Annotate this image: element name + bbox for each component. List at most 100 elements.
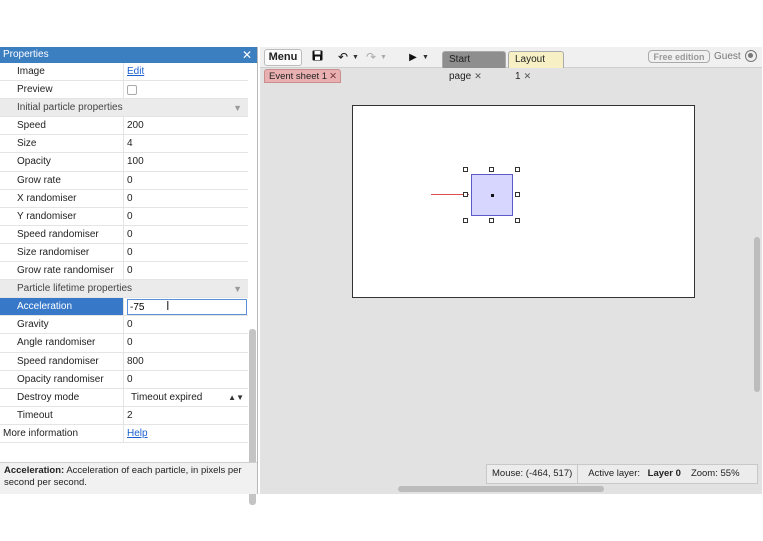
property-value[interactable]: 0 — [124, 208, 248, 225]
property-value[interactable]: 200 — [124, 117, 248, 134]
property-row[interactable]: Angle randomiser 0 — [0, 334, 248, 353]
property-label: Size — [0, 135, 124, 153]
property-row[interactable]: Size randomiser 0 — [0, 243, 248, 263]
horizontal-scrollbar[interactable] — [398, 486, 604, 492]
property-row[interactable]: X randomiser 0 — [0, 189, 248, 208]
property-value[interactable]: 0 — [124, 244, 248, 261]
destroy-mode-select[interactable]: Timeout expired ▲▼ — [124, 389, 248, 406]
zoom-level: Zoom: 55% — [690, 468, 740, 479]
property-value[interactable]: 0 — [124, 172, 248, 189]
help-link[interactable]: Help — [127, 428, 148, 439]
properties-titlebar: Properties ✕ — [0, 47, 257, 63]
property-row[interactable]: Y randomiser 0 — [0, 207, 248, 226]
user-icon[interactable] — [745, 50, 757, 62]
undo-icon[interactable]: ↶ — [336, 49, 350, 66]
section-title: Particle lifetime properties — [17, 283, 133, 295]
close-icon[interactable]: ✕ — [242, 47, 252, 63]
property-label: Opacity randomiser — [0, 370, 124, 388]
property-label: Destroy mode — [0, 388, 124, 406]
description-title: Acceleration: — [4, 465, 65, 476]
property-row[interactable]: Opacity randomiser 0 — [0, 370, 248, 389]
resize-handle[interactable] — [515, 192, 520, 197]
redo-dropdown-icon[interactable]: ▼ — [380, 49, 387, 66]
property-row[interactable]: Grow rate 0 — [0, 171, 248, 190]
property-value[interactable]: 0 — [124, 226, 248, 243]
resize-handle[interactable] — [463, 192, 468, 197]
property-value[interactable]: 0 — [124, 316, 248, 333]
property-row-timeout[interactable]: Timeout 2 — [0, 406, 248, 425]
play-icon[interactable]: ▶ — [406, 49, 420, 66]
close-tab-icon[interactable]: ✕ — [329, 71, 337, 82]
tab-layout-1[interactable]: Layout 1 ✕ — [508, 51, 564, 82]
property-row-image: Image Edit — [0, 63, 248, 82]
property-label: X randomiser — [0, 189, 124, 207]
resize-handle[interactable] — [463, 218, 468, 223]
collapse-triangle-icon[interactable]: ▼ — [233, 280, 242, 298]
edit-image-link[interactable]: Edit — [127, 66, 144, 77]
layout-canvas[interactable] — [352, 105, 695, 298]
collapse-triangle-icon[interactable]: ▼ — [233, 99, 242, 117]
property-value[interactable]: 0 — [124, 262, 248, 279]
edition-badge[interactable]: Free edition — [648, 50, 710, 63]
property-description: Acceleration: Acceleration of each parti… — [0, 462, 257, 494]
tab-start-page[interactable]: Start page ✕ — [442, 51, 506, 82]
close-tab-icon[interactable]: ✕ — [524, 71, 532, 81]
property-label: Opacity — [0, 153, 124, 171]
section-particle-lifetime-properties[interactable]: Particle lifetime properties ▼ — [0, 280, 248, 299]
redo-icon[interactable]: ↷ — [364, 49, 378, 66]
select-arrows-icon: ▲▼ — [228, 392, 244, 402]
property-label: Grow rate randomiser — [0, 262, 124, 280]
destroy-mode-value: Timeout expired — [131, 391, 203, 403]
resize-handle[interactable] — [515, 167, 520, 172]
property-row-more-information: More information Help — [0, 424, 248, 443]
menu-button[interactable]: Menu — [264, 49, 302, 66]
property-row[interactable]: Speed randomiser 0 — [0, 225, 248, 244]
user-label[interactable]: Guest — [714, 50, 741, 63]
acceleration-input[interactable] — [127, 299, 247, 316]
properties-title: Properties — [3, 49, 49, 60]
property-label: Preview — [0, 81, 124, 99]
property-value[interactable]: 2 — [124, 407, 248, 424]
property-row[interactable]: Gravity 0 — [0, 316, 248, 335]
property-label: Angle randomiser — [0, 334, 124, 352]
undo-dropdown-icon[interactable]: ▼ — [352, 49, 359, 66]
main-toolbar: Menu ↶ ▼ ↷ ▼ ▶ ▼ Start page ✕ Layout 1 ✕ F… — [260, 47, 762, 82]
property-label: More information — [0, 424, 124, 442]
property-label: Y randomiser — [0, 207, 124, 225]
property-value[interactable]: 100 — [124, 153, 248, 170]
properties-panel: Properties ✕ Image Edit Preview Initial … — [0, 47, 258, 505]
floppy-icon[interactable] — [310, 49, 324, 66]
resize-handle[interactable] — [489, 218, 494, 223]
property-value[interactable]: 800 — [124, 353, 248, 370]
property-row[interactable]: Speed randomiser 800 — [0, 352, 248, 371]
property-row-acceleration[interactable]: Acceleration — [0, 298, 248, 317]
preview-checkbox[interactable] — [127, 85, 137, 96]
section-initial-particle-properties[interactable]: Initial particle properties ▼ — [0, 99, 248, 118]
property-row[interactable]: Opacity 100 — [0, 153, 248, 172]
origin-point — [491, 194, 494, 197]
layout-editor: Menu ↶ ▼ ↷ ▼ ▶ ▼ Start page ✕ Layout 1 ✕ F… — [260, 47, 762, 494]
close-tab-icon[interactable]: ✕ — [474, 71, 482, 81]
property-row[interactable]: Size 4 — [0, 135, 248, 154]
property-label: Timeout — [0, 406, 124, 424]
resize-handle[interactable] — [463, 167, 468, 172]
property-label: Speed randomiser — [0, 225, 124, 243]
play-dropdown-icon[interactable]: ▼ — [422, 49, 429, 66]
property-row[interactable]: Speed 200 — [0, 117, 248, 136]
tab-label: Start page — [449, 54, 472, 82]
resize-handle[interactable] — [489, 167, 494, 172]
property-row[interactable]: Grow rate randomiser 0 — [0, 262, 248, 281]
resize-handle[interactable] — [515, 218, 520, 223]
particle-object[interactable] — [471, 174, 513, 216]
property-value[interactable]: 0 — [124, 190, 248, 207]
property-value[interactable]: 0 — [124, 371, 248, 388]
property-label: Size randomiser — [0, 243, 124, 262]
property-row-preview: Preview — [0, 81, 248, 100]
property-row-destroy-mode[interactable]: Destroy mode Timeout expired ▲▼ — [0, 388, 248, 407]
vertical-scrollbar[interactable] — [754, 237, 760, 392]
tab-event-sheet-1[interactable]: Event sheet 1 ✕ — [264, 69, 341, 83]
property-value[interactable]: 4 — [124, 135, 248, 152]
property-value[interactable]: 0 — [124, 334, 248, 351]
property-label: Gravity — [0, 316, 124, 334]
active-layer: Active layer: Layer 0 — [578, 465, 686, 483]
